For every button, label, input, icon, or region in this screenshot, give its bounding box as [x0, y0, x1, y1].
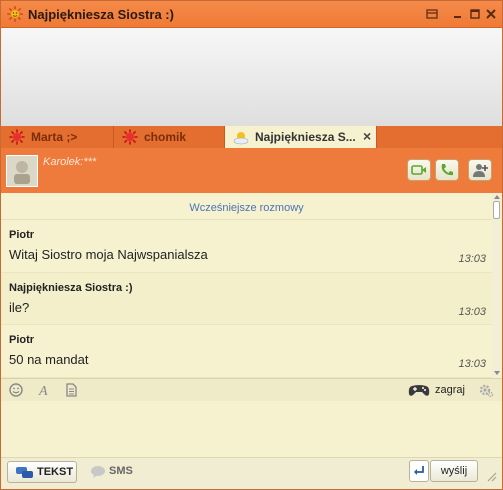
message-item: Piotr Witaj Siostro moja Najwspanialsza … [1, 220, 492, 273]
add-contact-button[interactable] [468, 159, 492, 181]
video-call-button[interactable] [407, 159, 431, 181]
message-text: Witaj Siostro moja Najwspanialsza [9, 247, 208, 262]
tab-marta[interactable]: Marta ;> [1, 126, 114, 148]
settings-gear-icon[interactable] [478, 382, 494, 398]
gamepad-icon[interactable] [408, 381, 430, 399]
resize-grip-icon[interactable] [485, 470, 497, 482]
message-toolbar: A zagraj [1, 378, 502, 402]
text-mode-label: TEKST [37, 466, 74, 478]
chat-scrollbar[interactable] [492, 193, 502, 378]
voice-call-button[interactable] [435, 159, 459, 181]
text-mode-button[interactable]: TEKST [7, 461, 77, 483]
bottom-bar: TEKST SMS wyślij [1, 457, 502, 489]
message-item: Najpiękniesza Siostra :) ile? 13:03 [1, 273, 492, 325]
scroll-thumb[interactable] [493, 201, 500, 219]
message-time: 13:03 [458, 253, 486, 265]
svg-text:A: A [38, 384, 48, 398]
enter-sends-toggle[interactable] [409, 460, 429, 482]
compact-view-icon[interactable] [426, 8, 438, 20]
away-status-icon [233, 132, 249, 145]
sms-bubble-icon [91, 466, 105, 478]
avatar[interactable] [6, 155, 38, 187]
tab-bar: Marta ;> chomik Najpiękniesza S... × [1, 126, 502, 148]
tab-close-icon[interactable]: × [363, 128, 371, 144]
chat-bubbles-icon [16, 467, 33, 478]
message-sender: Piotr [9, 229, 35, 241]
video-camera-icon [411, 165, 426, 175]
contact-description: Karolek:*** [43, 156, 97, 168]
phone-icon [441, 164, 453, 176]
message-time: 13:03 [458, 358, 486, 370]
scroll-down-icon[interactable] [494, 371, 500, 375]
enter-key-icon [414, 466, 424, 475]
play-game-label[interactable]: zagraj [435, 384, 465, 396]
close-icon[interactable] [485, 8, 497, 20]
message-item: Piotr 50 na mandat 13:03 [1, 325, 492, 378]
tab-chomik[interactable]: chomik [114, 126, 225, 148]
avatar-image [7, 156, 37, 186]
contact-header: Karolek:*** [1, 148, 502, 193]
message-sender: Piotr [9, 334, 35, 346]
message-text: 50 na mandat [9, 352, 89, 367]
maximize-icon[interactable] [469, 8, 481, 20]
ad-banner-area [1, 28, 502, 126]
send-file-icon[interactable] [63, 382, 79, 398]
minimize-icon[interactable] [452, 8, 464, 20]
emoticon-icon[interactable] [8, 382, 24, 398]
tab-label: Najpiękniesza S... [255, 130, 356, 144]
chat-window: Najpiękniesza Siostra :) Marta ;> chomik… [0, 0, 503, 490]
tab-najpiekniesza-siostra[interactable]: Najpiękniesza S... × [225, 126, 377, 148]
message-input[interactable] [1, 401, 502, 457]
tab-label: Marta ;> [31, 130, 78, 144]
busy-status-icon [9, 129, 25, 145]
send-button[interactable]: wyślij [430, 460, 478, 482]
window-title: Najpiękniesza Siostra :) [28, 7, 174, 22]
busy-status-icon [122, 129, 138, 145]
font-icon[interactable]: A [36, 382, 52, 398]
sms-mode-label: SMS [109, 465, 133, 477]
add-user-icon [473, 164, 488, 177]
message-sender: Najpiękniesza Siostra :) [9, 282, 133, 294]
sun-status-icon [7, 6, 23, 22]
chat-history: Wcześniejsze rozmowy Piotr Witaj Siostro… [1, 193, 492, 378]
title-bar[interactable]: Najpiękniesza Siostra :) [1, 1, 502, 28]
message-time: 13:03 [458, 306, 486, 318]
tab-label: chomik [144, 130, 187, 144]
sms-mode-button[interactable]: SMS [87, 461, 147, 483]
earlier-conversations-link[interactable]: Wcześniejsze rozmowy [1, 197, 492, 220]
message-text: ile? [9, 300, 30, 315]
scroll-up-icon[interactable] [494, 195, 500, 199]
